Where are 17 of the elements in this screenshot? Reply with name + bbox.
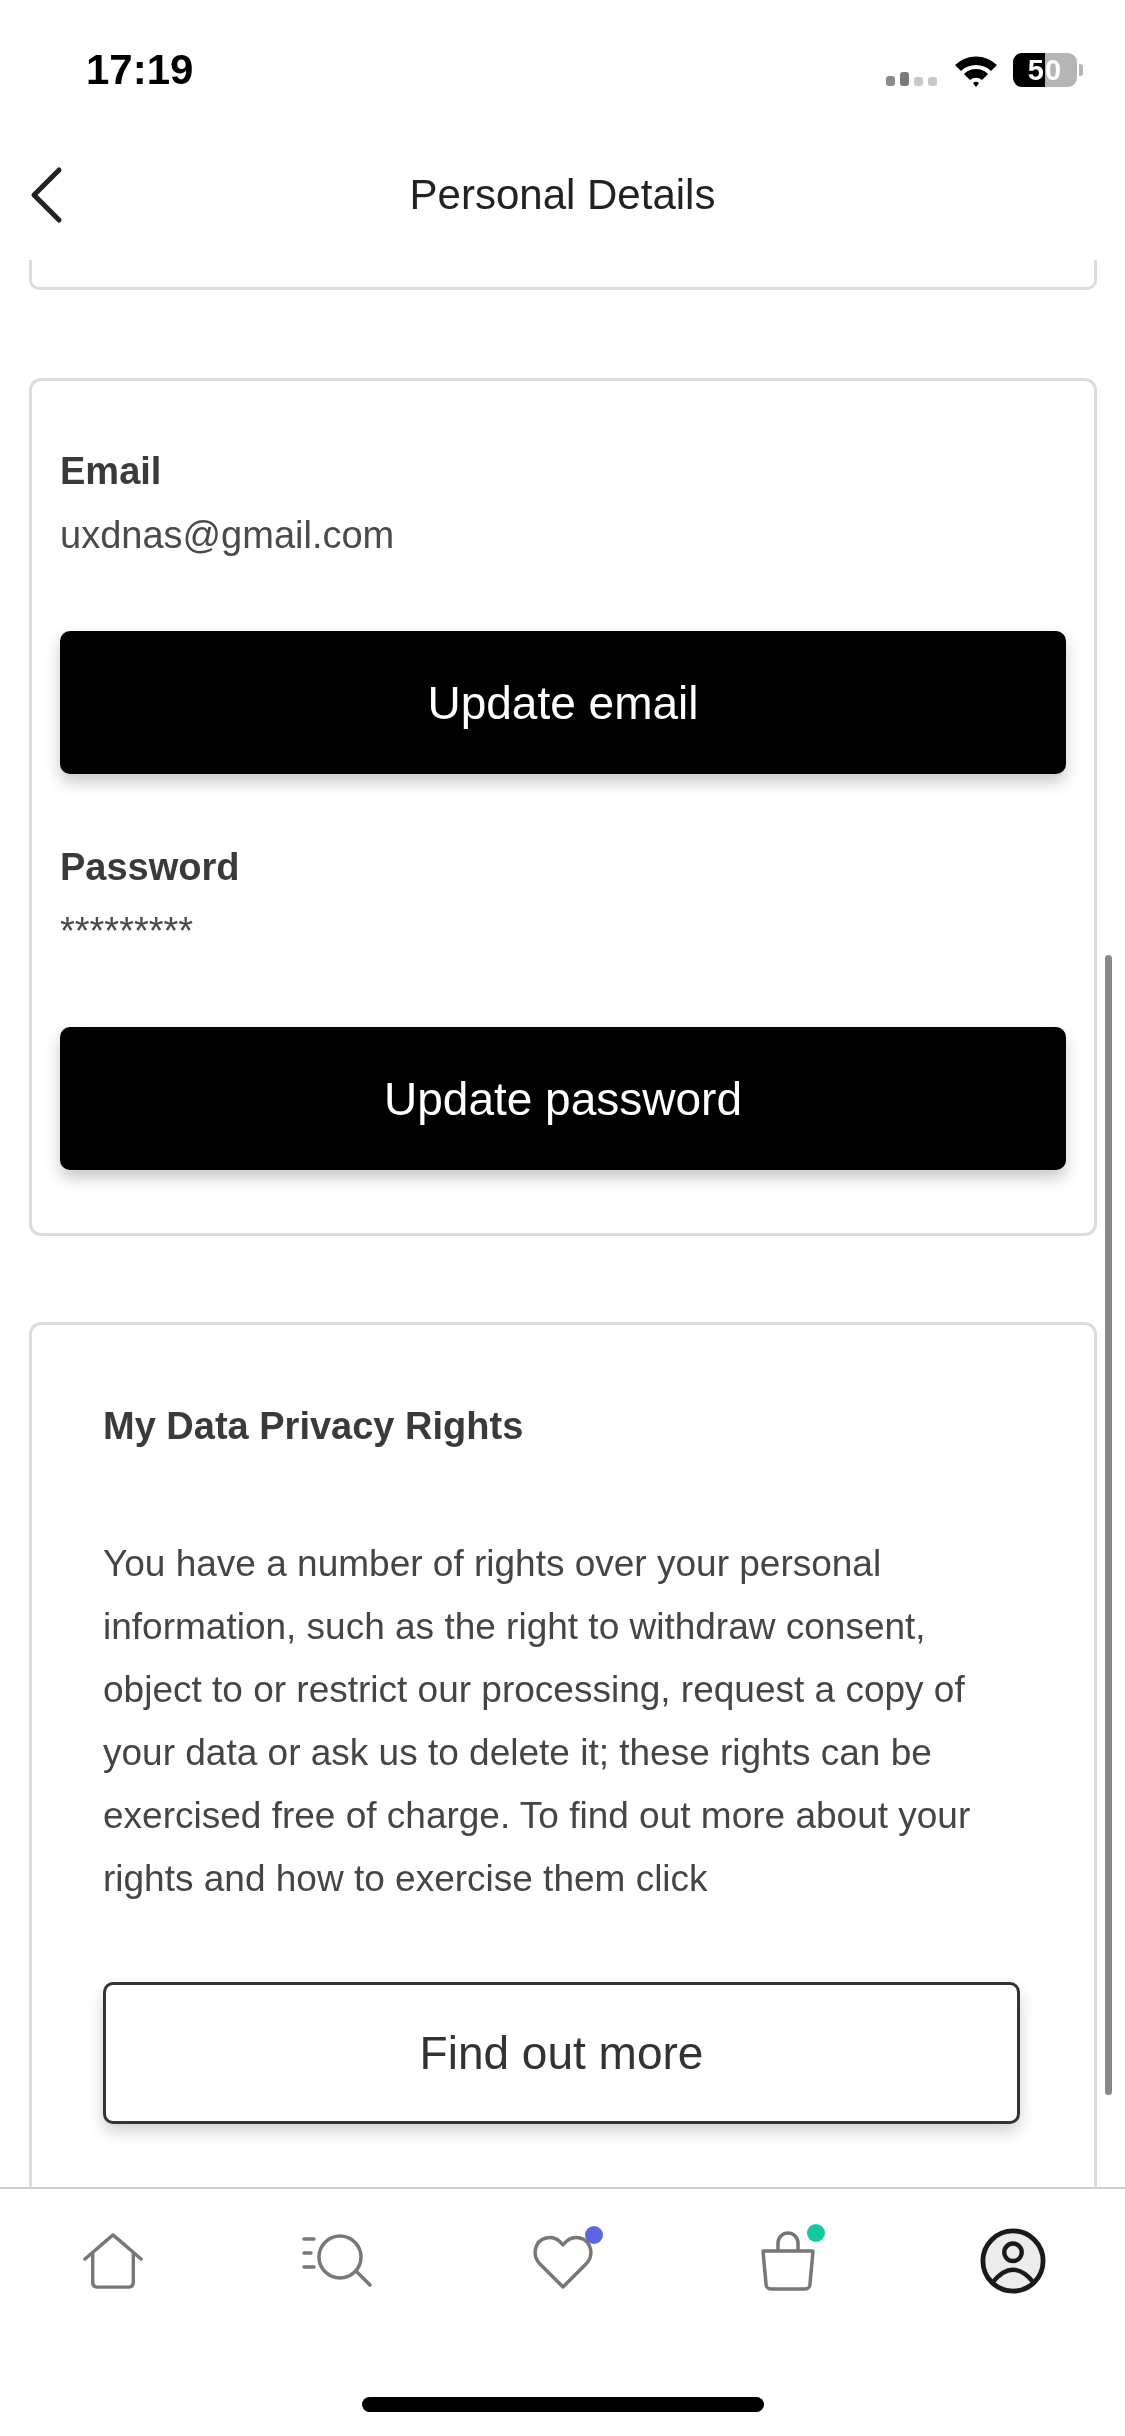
update-button[interactable]: Update email	[60, 631, 1066, 774]
section-title: My Data Privacy Rights	[103, 1404, 524, 1449]
back-chevron-icon	[29, 166, 63, 224]
find-out-more-button[interactable]: Find out more	[103, 1982, 1020, 2124]
field-value: *********	[60, 909, 194, 954]
bag-icon	[758, 2230, 817, 2292]
search-icon	[301, 2233, 374, 2289]
update-button[interactable]: Update password	[60, 1027, 1066, 1170]
status-time: 17:19	[86, 45, 194, 95]
field-label: Email	[60, 449, 162, 494]
page-title: Personal Details	[409, 170, 716, 220]
field-label: Password	[60, 845, 240, 890]
profile-icon	[979, 2228, 1046, 2294]
home-icon	[81, 2232, 144, 2290]
wifi-icon	[953, 53, 999, 87]
field-value: uxdnas@gmail.com	[60, 513, 395, 558]
privacy-text: You have a number of rights over your personal information, such as the right to withdraw consent, object to or restrict our processing, request a copy of your data or ask us to delete it; these rights can be exercised free of charge. To find out more about your rights and how to exercise them click	[103, 1542, 972, 1901]
